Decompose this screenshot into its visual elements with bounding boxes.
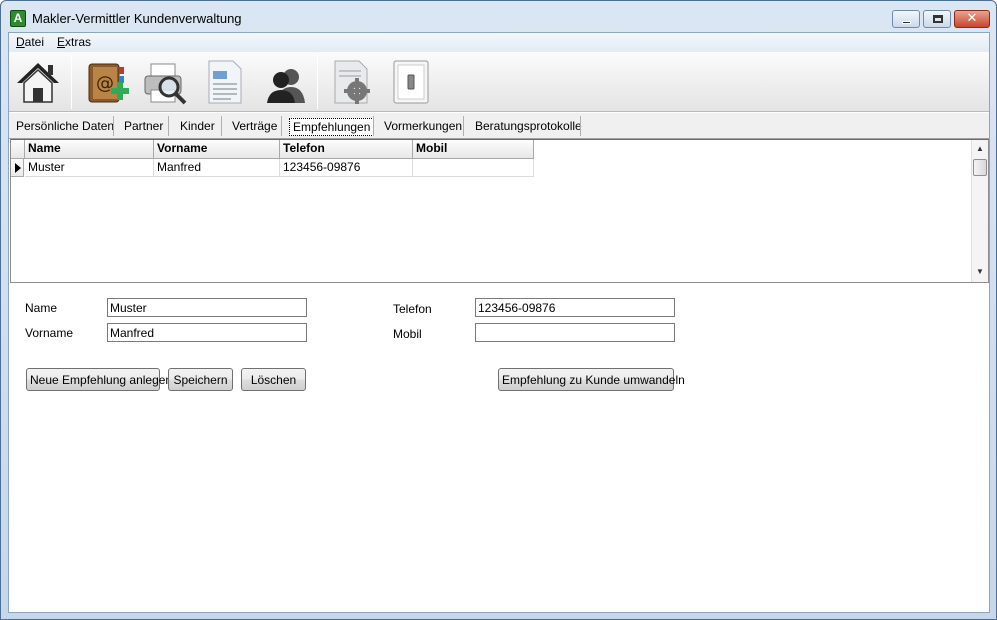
name-label: Name [25, 301, 58, 315]
tab-strip: Persönliche Daten Partner Kinder Verträg… [9, 113, 989, 139]
name-field[interactable] [107, 298, 307, 317]
menu-datei[interactable]: Datei [16, 35, 44, 49]
maximize-button[interactable] [923, 10, 951, 28]
tab-separator [281, 116, 282, 136]
contacts-icon [267, 69, 305, 103]
document-button[interactable] [201, 57, 249, 107]
menu-extras-mnemonic: E [57, 35, 66, 49]
settings-button[interactable] [327, 57, 375, 107]
toolbar: @ [9, 52, 989, 112]
vorname-label: Vorname [25, 326, 74, 340]
minimize-icon [902, 21, 911, 24]
tab-separator [580, 116, 581, 136]
close-icon: ✕ [966, 10, 978, 25]
switch-icon [393, 60, 429, 104]
tab-vertraege[interactable]: Verträge [229, 118, 280, 136]
tab-separator [113, 116, 114, 136]
cell-vorname[interactable]: Manfred [154, 159, 280, 177]
scroll-up-icon[interactable]: ▲ [972, 141, 988, 157]
toolbar-separator [71, 55, 72, 109]
column-header-telefon[interactable]: Telefon [280, 140, 413, 159]
mobil-field[interactable] [475, 323, 675, 342]
close-button[interactable]: ✕ [954, 10, 990, 28]
tab-separator [373, 116, 374, 136]
settings-icon [334, 60, 370, 104]
tab-partner[interactable]: Partner [121, 118, 166, 136]
home-icon [17, 63, 59, 103]
application-window: A Makler-Vermittler Kundenverwaltung ✕ D… [0, 0, 997, 620]
cell-name[interactable]: Muster [25, 159, 154, 177]
menu-datei-rest: atei [24, 35, 45, 49]
client-area: Datei Extras @ Persönliche Daten Partner… [8, 32, 990, 613]
title-bar[interactable]: A Makler-Vermittler Kundenverwaltung ✕ [1, 1, 996, 33]
delete-button[interactable]: Löschen [241, 368, 306, 391]
telefon-label: Telefon [393, 302, 432, 316]
tab-separator [463, 116, 464, 136]
address-book-add-icon: @ [88, 63, 129, 103]
tab-separator [168, 116, 169, 136]
vorname-field[interactable] [107, 323, 307, 342]
current-row-indicator-icon [11, 159, 24, 177]
menu-extras-rest: xtras [65, 35, 92, 49]
menu-extras[interactable]: Extras [57, 35, 91, 49]
tab-beratungsprotokolle[interactable]: Beratungsprotokolle [472, 118, 585, 136]
toolbar-separator [317, 55, 318, 109]
grid-corner [11, 140, 25, 159]
cell-mobil[interactable] [413, 159, 534, 177]
scroll-thumb[interactable] [973, 159, 987, 176]
scroll-down-icon[interactable]: ▼ [972, 264, 988, 280]
column-header-vorname[interactable]: Vorname [154, 140, 280, 159]
tab-vormerkungen[interactable]: Vormerkungen [381, 118, 465, 136]
empfehlungen-grid[interactable]: Name Vorname Telefon Mobil Muster Manfre… [10, 139, 989, 283]
mobil-label: Mobil [393, 327, 422, 341]
power-switch-button[interactable] [387, 57, 435, 107]
column-header-name[interactable]: Name [25, 140, 154, 159]
save-button[interactable]: Speichern [168, 368, 233, 391]
menu-bar: Datei Extras [9, 33, 989, 52]
document-icon [208, 60, 242, 104]
vertical-scrollbar[interactable]: ▲ ▼ [971, 140, 988, 282]
menu-datei-mnemonic: D [16, 35, 25, 49]
maximize-icon [933, 15, 943, 23]
window-title: Makler-Vermittler Kundenverwaltung [32, 11, 242, 26]
print-preview-button[interactable] [141, 57, 189, 107]
add-contact-button[interactable]: @ [83, 57, 131, 107]
tab-empfehlungen[interactable]: Empfehlungen [289, 118, 375, 136]
app-icon: A [10, 10, 26, 27]
column-header-mobil[interactable]: Mobil [413, 140, 534, 159]
tab-persoenliche-daten[interactable]: Persönliche Daten [13, 118, 117, 136]
cell-telefon[interactable]: 123456-09876 [280, 159, 413, 177]
contacts-button[interactable] [261, 57, 309, 107]
tab-separator [221, 116, 222, 136]
print-preview-icon [144, 63, 187, 105]
convert-to-customer-button[interactable]: Empfehlung zu Kunde umwandeln [498, 368, 685, 391]
home-button[interactable] [14, 57, 62, 107]
minimize-button[interactable] [892, 10, 920, 28]
telefon-field[interactable] [475, 298, 675, 317]
new-recommendation-button[interactable]: Neue Empfehlung anlegen [26, 368, 172, 391]
tab-kinder[interactable]: Kinder [177, 118, 218, 136]
